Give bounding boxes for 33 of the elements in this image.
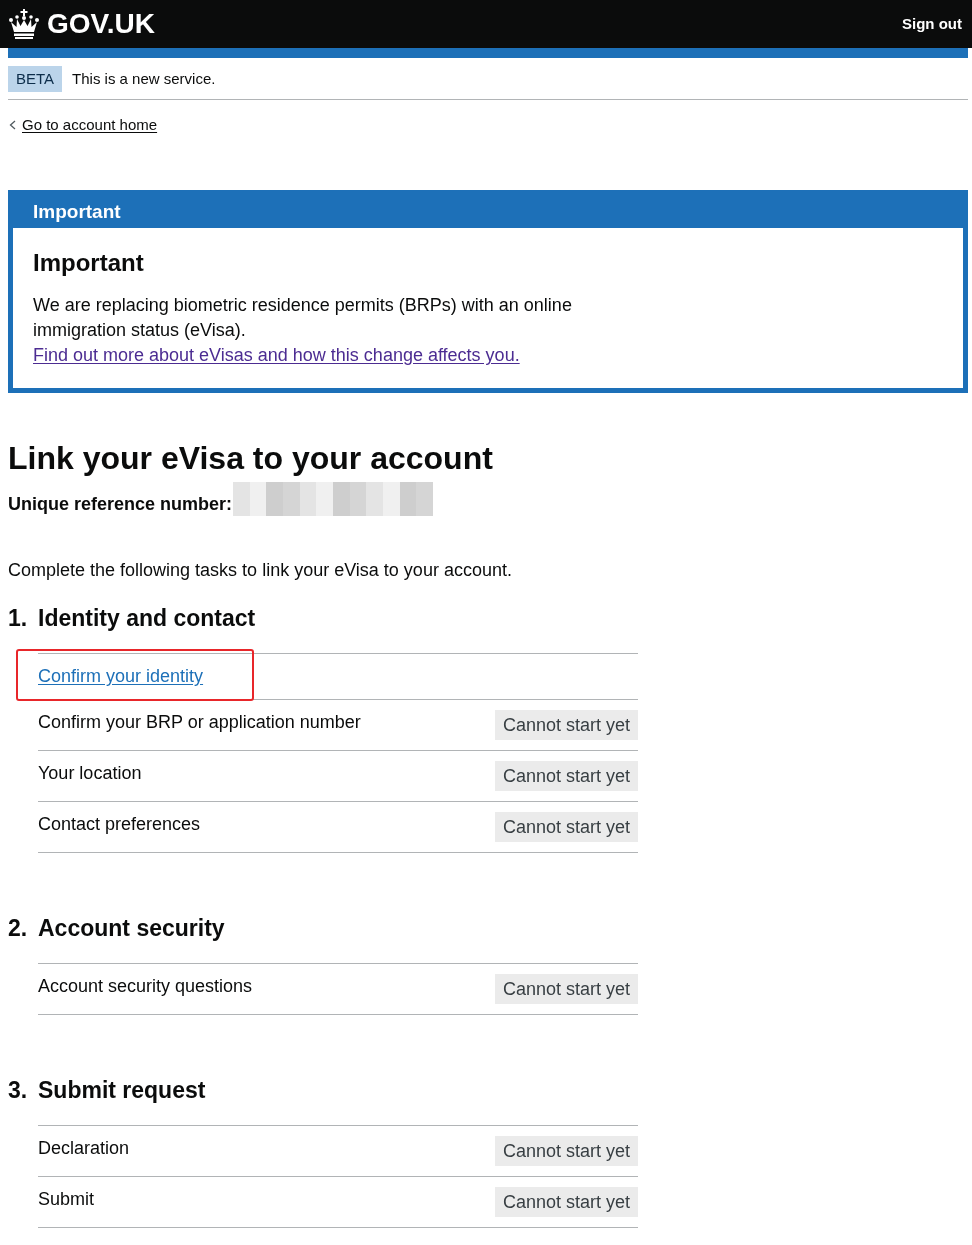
task-name: Declaration xyxy=(38,1137,130,1160)
status-tag: Cannot start yet xyxy=(494,1187,638,1217)
back-link[interactable]: Go to account home xyxy=(9,115,158,135)
task-name: Your location xyxy=(38,762,142,785)
status-tag: Cannot start yet xyxy=(494,974,638,1004)
sign-out-link[interactable]: Sign out xyxy=(902,14,962,34)
more-info-link[interactable]: Find out more about eVisas and how this change affects you. xyxy=(33,345,520,365)
task-name: Confirm your BRP or application number xyxy=(38,711,361,734)
status-tag: Cannot start yet xyxy=(494,1136,638,1166)
home-logo-link[interactable]: GOV.UK xyxy=(8,8,155,40)
phase-banner-text: This is a new service. xyxy=(72,70,216,88)
task-name: Contact preferences xyxy=(38,813,201,836)
task-name: Account security questions xyxy=(38,975,253,998)
status-tag: Cannot start yet xyxy=(494,710,638,740)
section-title: Account security xyxy=(38,914,225,943)
intro-text: Complete the following tasks to link your eVisa to your account. xyxy=(8,559,513,582)
reference-label: Unique reference number: xyxy=(8,493,233,516)
notification-heading: Important xyxy=(33,248,145,278)
task-link[interactable]: Confirm your identity xyxy=(38,664,204,689)
section-title: Identity and contact xyxy=(38,604,256,633)
crown-icon xyxy=(8,9,40,39)
status-tag: Cannot start yet xyxy=(494,812,638,842)
beta-tag: BETA xyxy=(8,66,63,92)
notification-title: Important xyxy=(32,200,122,224)
section-number: 3. xyxy=(8,1076,29,1105)
section-number: 1. xyxy=(8,604,29,633)
task-name: Submit xyxy=(38,1188,95,1211)
section-number: 2. xyxy=(8,914,29,943)
notification-text: We are replacing biometric residence permits (BRPs) with an online immigration status (eVisa). Find out more about eVisas and how this change affects you. xyxy=(33,294,573,367)
chevron-left-icon xyxy=(9,120,16,130)
section-title: Submit request xyxy=(38,1076,206,1105)
page-title: Link your eVisa to your account xyxy=(8,439,494,478)
status-tag: Cannot start yet xyxy=(494,761,638,791)
